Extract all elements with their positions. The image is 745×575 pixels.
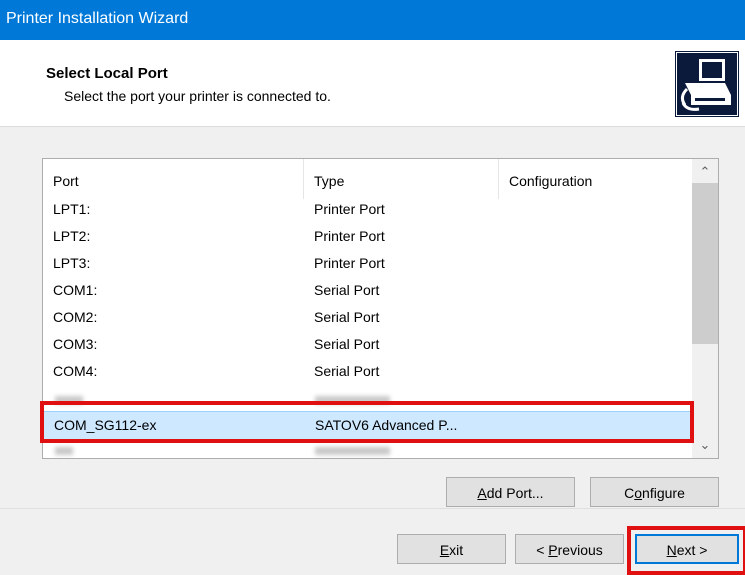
highlight-box — [40, 401, 694, 443]
button-label: C — [624, 485, 635, 501]
redacted-text — [55, 447, 73, 455]
scrollbar-thumb[interactable] — [692, 183, 718, 344]
port-name: COM3: — [53, 336, 98, 352]
port-name: COM1: — [53, 282, 98, 298]
port-name: LPT2: — [53, 228, 91, 244]
access-key: P — [548, 542, 558, 558]
port-type: Serial Port — [314, 282, 380, 298]
printer-wizard-icon — [676, 52, 738, 116]
port-name: COM2: — [53, 309, 98, 325]
add-port-button[interactable]: Add Port... — [446, 477, 575, 507]
wizard-header: Select Local Port Select the port your p… — [0, 40, 745, 128]
port-name: LPT3: — [53, 255, 91, 271]
configure-button[interactable]: Configure — [590, 477, 719, 507]
access-key: E — [439, 542, 450, 558]
list-item[interactable]: LPT3: Printer Port — [43, 252, 693, 279]
column-type[interactable]: Type — [314, 173, 344, 189]
column-configuration[interactable]: Configuration — [509, 173, 592, 189]
port-type: Serial Port — [314, 363, 380, 379]
port-type: Printer Port — [314, 255, 385, 271]
page-title: Select Local Port — [46, 65, 168, 82]
button-label: xit — [449, 542, 464, 558]
list-item[interactable]: COM3: Serial Port — [43, 333, 693, 360]
column-port[interactable]: Port — [53, 173, 79, 189]
port-type: Serial Port — [314, 309, 380, 325]
button-label: dd Port... — [486, 485, 544, 501]
port-type: Printer Port — [314, 228, 385, 244]
button-label: < — [536, 542, 549, 558]
access-key: A — [477, 485, 487, 501]
list-item[interactable]: COM1: Serial Port — [43, 279, 693, 306]
port-name: LPT1: — [53, 201, 91, 217]
button-label: revious — [557, 542, 603, 558]
port-list-header: Port Type Configuration — [43, 159, 693, 199]
list-item[interactable]: COM4: Serial Port — [43, 360, 693, 387]
title-bar: Printer Installation Wizard — [0, 0, 745, 40]
button-label: nfigure — [642, 485, 685, 501]
port-type: Printer Port — [314, 201, 385, 217]
scroll-up-icon[interactable]: ⌃ — [692, 160, 718, 184]
list-item-redacted[interactable] — [43, 442, 693, 458]
port-name: COM4: — [53, 363, 98, 379]
column-divider[interactable] — [303, 159, 304, 199]
redacted-text — [315, 447, 390, 455]
list-item[interactable]: LPT1: Printer Port — [43, 198, 693, 225]
page-subtitle: Select the port your printer is connecte… — [64, 88, 331, 104]
list-item[interactable]: COM2: Serial Port — [43, 306, 693, 333]
access-key: o — [634, 485, 643, 501]
previous-button[interactable]: < Previous — [515, 534, 624, 564]
scroll-down-icon[interactable]: ⌄ — [692, 433, 718, 457]
window-title: Printer Installation Wizard — [6, 10, 189, 27]
highlight-box — [627, 526, 745, 575]
column-divider[interactable] — [498, 159, 499, 199]
exit-button[interactable]: Exit — [397, 534, 506, 564]
list-item[interactable]: LPT2: Printer Port — [43, 225, 693, 252]
port-type: Serial Port — [314, 336, 380, 352]
